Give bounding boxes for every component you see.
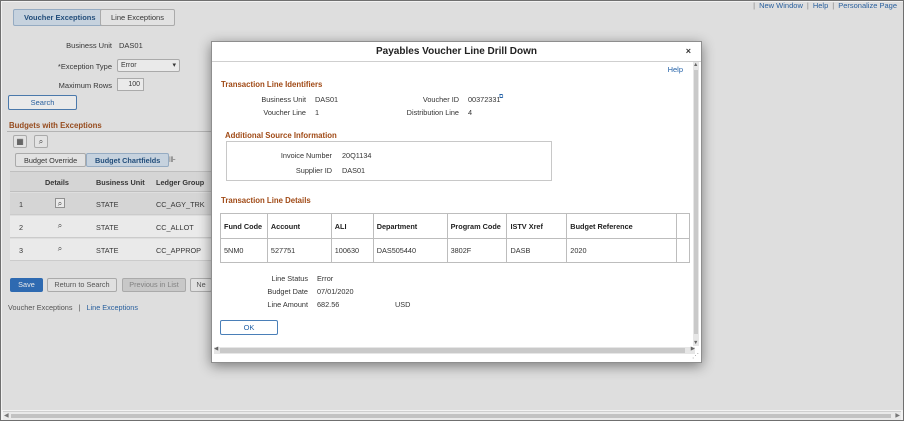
close-icon[interactable]: × xyxy=(686,46,691,56)
line-details-table: Fund Code Account ALI Department Program… xyxy=(220,213,690,263)
voucher-drilldown-icon[interactable]: ⧉ xyxy=(499,94,503,101)
cell-budget-reference: 2020 xyxy=(566,238,677,263)
distribution-line-value: 4 xyxy=(468,108,473,117)
scroll-down-icon[interactable]: ▼ xyxy=(693,340,698,346)
invoice-number-value: 20Q1134 xyxy=(342,151,372,160)
resize-handle-icon[interactable]: ⋰ xyxy=(692,352,699,360)
page-horizontal-scrollbar[interactable]: ◀ ▶ xyxy=(3,411,901,420)
line-details-header: Fund Code Account ALI Department Program… xyxy=(220,213,690,239)
scroll-thumb[interactable] xyxy=(11,414,891,418)
column-istv-xref: ISTV Xref xyxy=(506,213,568,239)
modal-horizontal-scrollbar[interactable]: ◀ ▶ xyxy=(214,346,695,354)
cell-spacer xyxy=(676,238,690,263)
line-amount-label: Line Amount xyxy=(267,300,308,309)
cell-department: DAS505440 xyxy=(373,238,448,263)
line-status-label: Line Status xyxy=(271,274,308,283)
scroll-up-icon[interactable]: ▲ xyxy=(693,62,698,68)
cell-ali: 100630 xyxy=(331,238,374,263)
voucher-id-label: Voucher ID xyxy=(422,95,459,104)
distribution-line-label: Distribution Line xyxy=(406,108,459,117)
modal-title: Payables Voucher Line Drill Down xyxy=(376,46,537,57)
identifier-business-unit-label: Business Unit xyxy=(261,95,306,104)
additional-info-box: Invoice Number 20Q1134 Supplier ID DAS01 xyxy=(226,141,552,181)
budget-date-value: 07/01/2020 xyxy=(317,287,354,296)
additional-info-title: Additional Source Information xyxy=(225,131,337,140)
scroll-thumb[interactable] xyxy=(220,348,685,353)
voucher-id-value: 00372331 xyxy=(468,95,501,104)
ok-button[interactable]: OK xyxy=(220,320,278,335)
cell-account: 527751 xyxy=(267,238,332,263)
line-status-value: Error xyxy=(317,274,334,283)
supplier-id-label: Supplier ID xyxy=(295,166,332,175)
column-fund-code: Fund Code xyxy=(220,213,268,239)
scroll-right-icon[interactable]: ▶ xyxy=(895,412,900,419)
cell-fund-code: 5NM0 xyxy=(220,238,268,263)
modal-vertical-scrollbar[interactable]: ▲ ▼ xyxy=(693,62,699,346)
identifier-business-unit-value: DAS01 xyxy=(315,95,339,104)
budget-date-label: Budget Date xyxy=(267,287,308,296)
currency-code: USD xyxy=(395,300,411,309)
modal-divider xyxy=(212,61,701,62)
identifiers-title: Transaction Line Identifiers xyxy=(221,80,323,89)
column-program-code: Program Code xyxy=(447,213,508,239)
line-amount-value: 682.56 xyxy=(317,300,340,309)
details-title: Transaction Line Details xyxy=(221,196,311,205)
column-account: Account xyxy=(267,213,332,239)
cell-program-code: 3802F xyxy=(447,238,508,263)
application-window: | New Window | Help | Personalize Page V… xyxy=(0,0,904,421)
voucher-line-value: 1 xyxy=(315,108,320,117)
modal-help-link[interactable]: Help xyxy=(668,65,683,74)
column-spacer xyxy=(676,213,690,239)
column-ali: ALI xyxy=(331,213,374,239)
scroll-left-icon[interactable]: ◀ xyxy=(214,346,218,352)
supplier-id-value: DAS01 xyxy=(342,166,366,175)
scroll-thumb[interactable] xyxy=(694,70,698,334)
invoice-number-label: Invoice Number xyxy=(280,151,332,160)
voucher-line-label: Voucher Line xyxy=(263,108,306,117)
scroll-left-icon[interactable]: ◀ xyxy=(4,412,9,419)
table-row: 5NM0 527751 100630 DAS505440 3802F DASB … xyxy=(220,238,690,263)
column-budget-reference: Budget Reference xyxy=(566,213,677,239)
cell-istv-xref: DASB xyxy=(506,238,568,263)
drill-down-modal: Payables Voucher Line Drill Down × Help … xyxy=(211,41,702,363)
column-department: Department xyxy=(373,213,448,239)
